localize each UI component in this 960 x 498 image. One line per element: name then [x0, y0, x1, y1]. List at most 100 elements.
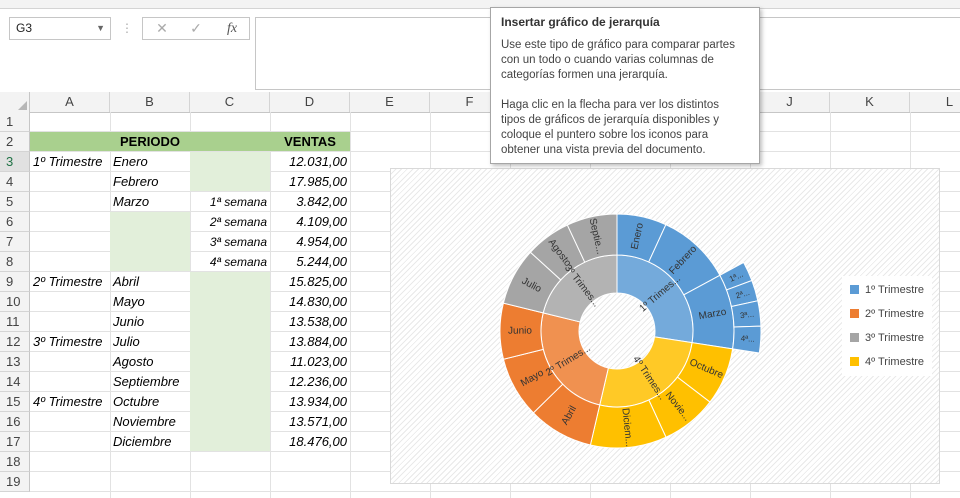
- name-box[interactable]: G3 ▼: [9, 17, 111, 40]
- enter-icon[interactable]: ✓: [181, 18, 211, 39]
- name-box-value: G3: [16, 21, 33, 35]
- legend-item[interactable]: 2º Trimestre: [850, 306, 924, 322]
- month-cell[interactable]: Junio: [110, 312, 190, 332]
- sales-cell[interactable]: 13.571,00: [270, 412, 350, 432]
- month-cell[interactable]: Septiembre: [110, 372, 190, 392]
- sales-cell[interactable]: 11.023,00: [270, 352, 350, 372]
- ribbon-bottom-strip: [0, 0, 960, 9]
- column-header-b[interactable]: B: [110, 92, 190, 112]
- row-header-15[interactable]: 15: [0, 392, 30, 412]
- legend-label: 2º Trimestre: [865, 308, 925, 320]
- legend-item[interactable]: 4º Trimestre: [850, 354, 924, 370]
- row-header-13[interactable]: 13: [0, 352, 30, 372]
- row-header-9[interactable]: 9: [0, 272, 30, 292]
- tooltip-line: categorías formen una jerarquía.: [501, 69, 668, 81]
- row-header-19[interactable]: 19: [0, 472, 30, 492]
- row-header-16[interactable]: 16: [0, 412, 30, 432]
- tooltip-line: tipos de gráficos de jerarquía disponibl…: [501, 114, 719, 126]
- quarter-cell[interactable]: 3º Trimestre: [30, 332, 110, 352]
- sunburst-label: 3ª...: [739, 310, 754, 321]
- month-cell[interactable]: Agosto: [110, 352, 190, 372]
- sales-cell[interactable]: 13.538,00: [270, 312, 350, 332]
- row-header-14[interactable]: 14: [0, 372, 30, 392]
- month-cell[interactable]: Octubre: [110, 392, 190, 412]
- week-cell[interactable]: 3ª semana: [190, 232, 270, 252]
- row-header-2[interactable]: 2: [0, 132, 30, 152]
- month-cell[interactable]: Febrero: [110, 172, 190, 192]
- quarter-cell[interactable]: 2º Trimestre: [30, 272, 110, 292]
- gridline: [30, 491, 960, 492]
- sales-cell[interactable]: 13.934,00: [270, 392, 350, 412]
- row-header-4[interactable]: 4: [0, 172, 30, 192]
- tooltip-line: Use este tipo de gráfico para comparar p…: [501, 39, 735, 51]
- column-header-k[interactable]: K: [830, 92, 910, 112]
- sales-cell[interactable]: 14.830,00: [270, 292, 350, 312]
- legend-swatch: [850, 285, 859, 294]
- insert-function-icon[interactable]: fx: [217, 18, 247, 39]
- gridline: [350, 112, 351, 498]
- sales-cell[interactable]: 5.244,00: [270, 252, 350, 272]
- month-cell[interactable]: Marzo: [110, 192, 190, 212]
- week-cell[interactable]: 1ª semana: [190, 192, 270, 212]
- row-header-6[interactable]: 6: [0, 212, 30, 232]
- column-header-d[interactable]: D: [270, 92, 350, 112]
- sales-cell[interactable]: 18.476,00: [270, 432, 350, 452]
- month-cell[interactable]: Diciembre: [110, 432, 190, 452]
- row-header-12[interactable]: 12: [0, 332, 30, 352]
- row-header-11[interactable]: 11: [0, 312, 30, 332]
- quarter-cell[interactable]: 1º Trimestre: [30, 152, 110, 172]
- row-header-7[interactable]: 7: [0, 232, 30, 252]
- formula-bar-grip-icon[interactable]: ⋮: [121, 21, 133, 35]
- sales-cell[interactable]: 4.109,00: [270, 212, 350, 232]
- legend-swatch: [850, 333, 859, 342]
- legend-swatch: [850, 357, 859, 366]
- sales-cell[interactable]: 12.236,00: [270, 372, 350, 392]
- month-cell[interactable]: Enero: [110, 152, 190, 172]
- row-header-5[interactable]: 5: [0, 192, 30, 212]
- month-cell[interactable]: Julio: [110, 332, 190, 352]
- sales-cell[interactable]: 13.884,00: [270, 332, 350, 352]
- sales-cell[interactable]: 15.825,00: [270, 272, 350, 292]
- sunburst-label: 4ª...: [740, 334, 755, 344]
- cell-fill: [110, 212, 190, 271]
- tooltip-line: obtener una vista previa del documento.: [501, 144, 706, 156]
- select-all-button[interactable]: [0, 92, 30, 112]
- row-header-17[interactable]: 17: [0, 432, 30, 452]
- chart-legend[interactable]: 1º Trimestre 2º Trimestre 3º Trimestre 4…: [842, 276, 932, 376]
- row-header-3[interactable]: 3: [0, 152, 30, 172]
- row-header-8[interactable]: 8: [0, 252, 30, 272]
- column-header-c[interactable]: C: [190, 92, 270, 112]
- sales-cell[interactable]: 12.031,00: [270, 152, 350, 172]
- column-header-row: A B C D E F G H I J K L: [0, 92, 960, 113]
- tooltip-line: Haga clic en la flecha para ver los dist…: [501, 99, 719, 111]
- formula-buttons: ✕ ✓ fx: [142, 17, 250, 40]
- row-header-1[interactable]: 1: [0, 112, 30, 132]
- tooltip-line: con un todo o cuando varias columnas de: [501, 54, 714, 66]
- legend-item[interactable]: 1º Trimestre: [850, 282, 924, 298]
- sales-cell[interactable]: 17.985,00: [270, 172, 350, 192]
- month-cell[interactable]: Noviembre: [110, 412, 190, 432]
- month-cell[interactable]: Mayo: [110, 292, 190, 312]
- column-header-a[interactable]: A: [30, 92, 110, 112]
- column-header-e[interactable]: E: [350, 92, 430, 112]
- header-periodo[interactable]: PERIODO: [110, 132, 190, 152]
- tooltip-title: Insertar gráfico de jerarquía: [501, 15, 660, 29]
- week-cell[interactable]: 4ª semana: [190, 252, 270, 272]
- month-cell[interactable]: Abril: [110, 272, 190, 292]
- legend-label: 1º Trimestre: [865, 284, 925, 296]
- cancel-icon[interactable]: ✕: [147, 18, 177, 39]
- legend-item[interactable]: 3º Trimestre: [850, 330, 924, 346]
- column-header-j[interactable]: J: [750, 92, 830, 112]
- legend-label: 3º Trimestre: [865, 332, 925, 344]
- sales-cell[interactable]: 4.954,00: [270, 232, 350, 252]
- sunburst-label: Junio: [508, 326, 532, 337]
- row-header-18[interactable]: 18: [0, 452, 30, 472]
- week-cell[interactable]: 2ª semana: [190, 212, 270, 232]
- cell-fill: [190, 152, 270, 191]
- sales-cell[interactable]: 3.842,00: [270, 192, 350, 212]
- column-header-l[interactable]: L: [910, 92, 960, 112]
- row-header-10[interactable]: 10: [0, 292, 30, 312]
- header-ventas[interactable]: VENTAS: [270, 132, 350, 152]
- chevron-down-icon[interactable]: ▼: [96, 18, 105, 39]
- quarter-cell[interactable]: 4º Trimestre: [30, 392, 110, 412]
